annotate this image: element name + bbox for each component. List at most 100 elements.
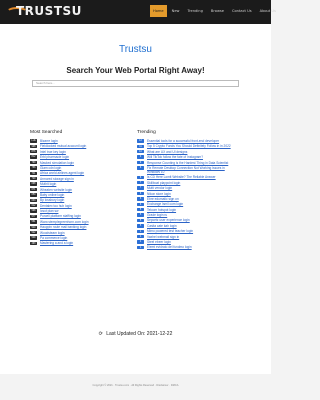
list-item-link[interactable]: Masked simulation login (40, 161, 130, 165)
list-item-link[interactable]: What are UX and UI designs (147, 150, 237, 154)
list-item-link[interactable]: Ebre edumatic sign on (147, 197, 237, 201)
list-item[interactable]: 790 Masked simulation login (30, 161, 140, 165)
list-item-link[interactable]: Pa commerce login (40, 236, 130, 240)
list-item-link[interactable]: Purcell platform staffing login (40, 214, 130, 218)
list-item[interactable]: 5 Casita cate kah login (137, 224, 247, 228)
list-item-link[interactable]: Fix Remote Desktop Connection Not Workin… (147, 166, 237, 174)
logo-text: TRUSTSU (16, 4, 82, 18)
list-item[interactable]: 766 Glam cdn login (30, 166, 140, 170)
list-item[interactable]: 522 Woodsteam login (30, 231, 140, 235)
list-item-link[interactable]: Steel ebeer login (147, 240, 237, 244)
list-item[interactable]: 5 Sepcetz user experience login (137, 218, 247, 222)
list-item[interactable]: 5 Telcom hotspot login (137, 208, 247, 212)
list-item[interactable]: 5 Grade login ru (137, 213, 247, 217)
list-item-link[interactable]: Sepcetz user experience login (147, 218, 237, 222)
list-item[interactable]: 4 Vaxhel webmail sign in (137, 235, 247, 239)
list-item[interactable]: 698 Muthit login (30, 182, 140, 186)
list-item[interactable]: 9 Response Counting is the Hardest Thing … (137, 161, 247, 165)
nav-home[interactable]: Home (150, 5, 167, 17)
list-item-link[interactable]: Glam cdn login (40, 166, 130, 170)
list-item[interactable]: 6 Exchange Ismil com login (137, 202, 247, 206)
list-item[interactable]: 12 Essential tools for a successful front… (137, 139, 247, 143)
list-item[interactable]: 540 Hauppin route mail banking login (30, 225, 140, 229)
list-item-link[interactable]: Bp lossbury login (40, 198, 130, 202)
list-item-link[interactable]: Top 5 Crypto Funds You Should Definitely… (147, 144, 237, 148)
list-item-link[interactable]: Response Counting is the Hardest Thing i… (147, 161, 237, 165)
list-item-link[interactable]: Fieldlocked mutual account login (40, 144, 130, 148)
list-item-link[interactable]: Telcom hotspot login (147, 208, 237, 212)
list-item[interactable]: 8 Is CD Here Lomit Website? The Reliable … (137, 175, 247, 179)
list-item-link[interactable]: Nikon store login (147, 192, 237, 196)
list-item-link[interactable]: Skillboat playpoint login (147, 181, 237, 185)
nav-new[interactable]: New (169, 5, 183, 17)
list-item[interactable]: 509 Pa commerce login (30, 236, 140, 240)
list-item[interactable]: 650 Baby online login (30, 193, 140, 197)
list-item[interactable]: 720 Armored storage sign in (30, 177, 140, 181)
list-item[interactable]: 8 Fix Remote Desktop Connection Not Worki… (137, 166, 247, 174)
count-badge: 561 (30, 220, 37, 224)
list-item-link[interactable]: Is CD Here Lomit Website? The Reliable A… (147, 175, 237, 179)
list-item-link[interactable]: Hauppin route mail banking login (40, 225, 130, 229)
list-item-link[interactable]: Elemt evidrato del fundmo login (147, 245, 237, 249)
list-item[interactable]: 10 What are UX and UI designs (137, 150, 247, 154)
count-badge: 11 (137, 144, 144, 149)
list-item[interactable]: 6 Ebre edumatic sign on (137, 197, 247, 201)
list-item-link[interactable]: Woodsteam login (40, 231, 130, 235)
list-item[interactable]: 577 Purcell platform staffing login (30, 214, 140, 218)
list-item[interactable]: 11 Top 5 Crypto Funds You Should Definite… (137, 144, 247, 148)
list-item-link[interactable]: Www.stemplegreenhorn.com login (40, 220, 130, 224)
list-item-link[interactable]: Erbl pharmacie login (40, 155, 130, 159)
list-item[interactable]: 1.2k Bizarre login (30, 139, 140, 143)
list-item[interactable]: 9 Will TikTok follow the fate of Instagra… (137, 155, 247, 159)
list-item-link[interactable]: Will TikTok follow the fate of Instagram… (147, 155, 237, 159)
list-item-link[interactable]: Dentalex too hub login (40, 204, 130, 208)
list-item-link[interactable]: Mastering a and a login (40, 241, 130, 245)
count-badge: 7 (137, 186, 144, 190)
list-item[interactable]: 561 Www.stemplegreenhorn.com login (30, 220, 140, 224)
count-badge: 9 (137, 155, 144, 159)
count-badge: 4 (137, 240, 144, 244)
list-item-link[interactable]: Baby online login (40, 193, 130, 197)
list-item-link[interactable]: Vaxhel webmail sign in (147, 235, 237, 239)
list-item[interactable]: 633 Bp lossbury login (30, 198, 140, 202)
list-item[interactable]: 4 Steel ebeer login (137, 240, 247, 244)
footer-text[interactable]: Copyright © 2021 · Trustsu.com · All Rig… (0, 384, 271, 387)
list-item-link[interactable]: Bizarre login (40, 139, 130, 143)
list-item-link[interactable]: Mutti vendor login (147, 186, 237, 190)
site-logo[interactable]: TRUSTSU (6, 3, 81, 21)
list-item[interactable]: 7 Mutti vendor login (137, 186, 247, 190)
list-item[interactable]: 671 Wheaten website login (30, 188, 140, 192)
list-item-link[interactable]: Essential tools for a successful front-e… (147, 139, 237, 143)
nav-browse[interactable]: Browse (208, 5, 227, 17)
list-item-link[interactable]: Grade login ru (147, 213, 237, 217)
list-item[interactable]: 6 Nikon store login (137, 192, 247, 196)
nav-contact[interactable]: Contact Us (229, 5, 255, 17)
list-item[interactable]: 7 Skillboat playpoint login (137, 181, 247, 185)
list-item-link[interactable]: Muthit login (40, 182, 130, 186)
list-item-link[interactable]: Wheaten website login (40, 188, 130, 192)
list-item[interactable]: 741 Africa world airlines agent login (30, 171, 140, 175)
list-item-link[interactable]: Mimo powered test teacher login (147, 229, 237, 233)
list-item[interactable]: 876 Intel true key login (30, 150, 140, 154)
count-badge: 671 (30, 187, 37, 192)
list-item-link[interactable]: Casita cate kah login (147, 224, 237, 228)
list-item[interactable]: 812 Erbl pharmacie login (30, 155, 140, 159)
list-item-link[interactable]: Exchange Ismil com login (147, 202, 237, 206)
count-badge: 790 (30, 160, 37, 165)
count-badge: 5 (137, 213, 144, 217)
list-item-link[interactable]: Intel true key login (40, 150, 130, 154)
list-item[interactable]: 4 Elemt evidrato del fundmo login (137, 245, 247, 249)
count-badge: 5 (137, 207, 144, 212)
list-item[interactable]: 493 Mastering a and a login (30, 241, 140, 245)
list-item-link[interactable]: Icsut plan sw (40, 209, 130, 213)
list-item[interactable]: 998 Fieldlocked mutual account login (30, 144, 140, 148)
search-input[interactable]: Search here... (32, 80, 239, 87)
list-item[interactable]: 612 Dentalex too hub login (30, 204, 140, 208)
nav-trending[interactable]: Trending (184, 5, 205, 17)
list-item-link[interactable]: Africa world airlines agent login (40, 171, 130, 175)
count-badge: 7 (137, 181, 144, 185)
nav-about[interactable]: About Us (257, 5, 279, 17)
list-item-link[interactable]: Armored storage sign in (40, 177, 130, 181)
list-item[interactable]: 598 Icsut plan sw (30, 209, 140, 213)
list-item[interactable]: 4 Mimo powered test teacher login (137, 229, 247, 233)
